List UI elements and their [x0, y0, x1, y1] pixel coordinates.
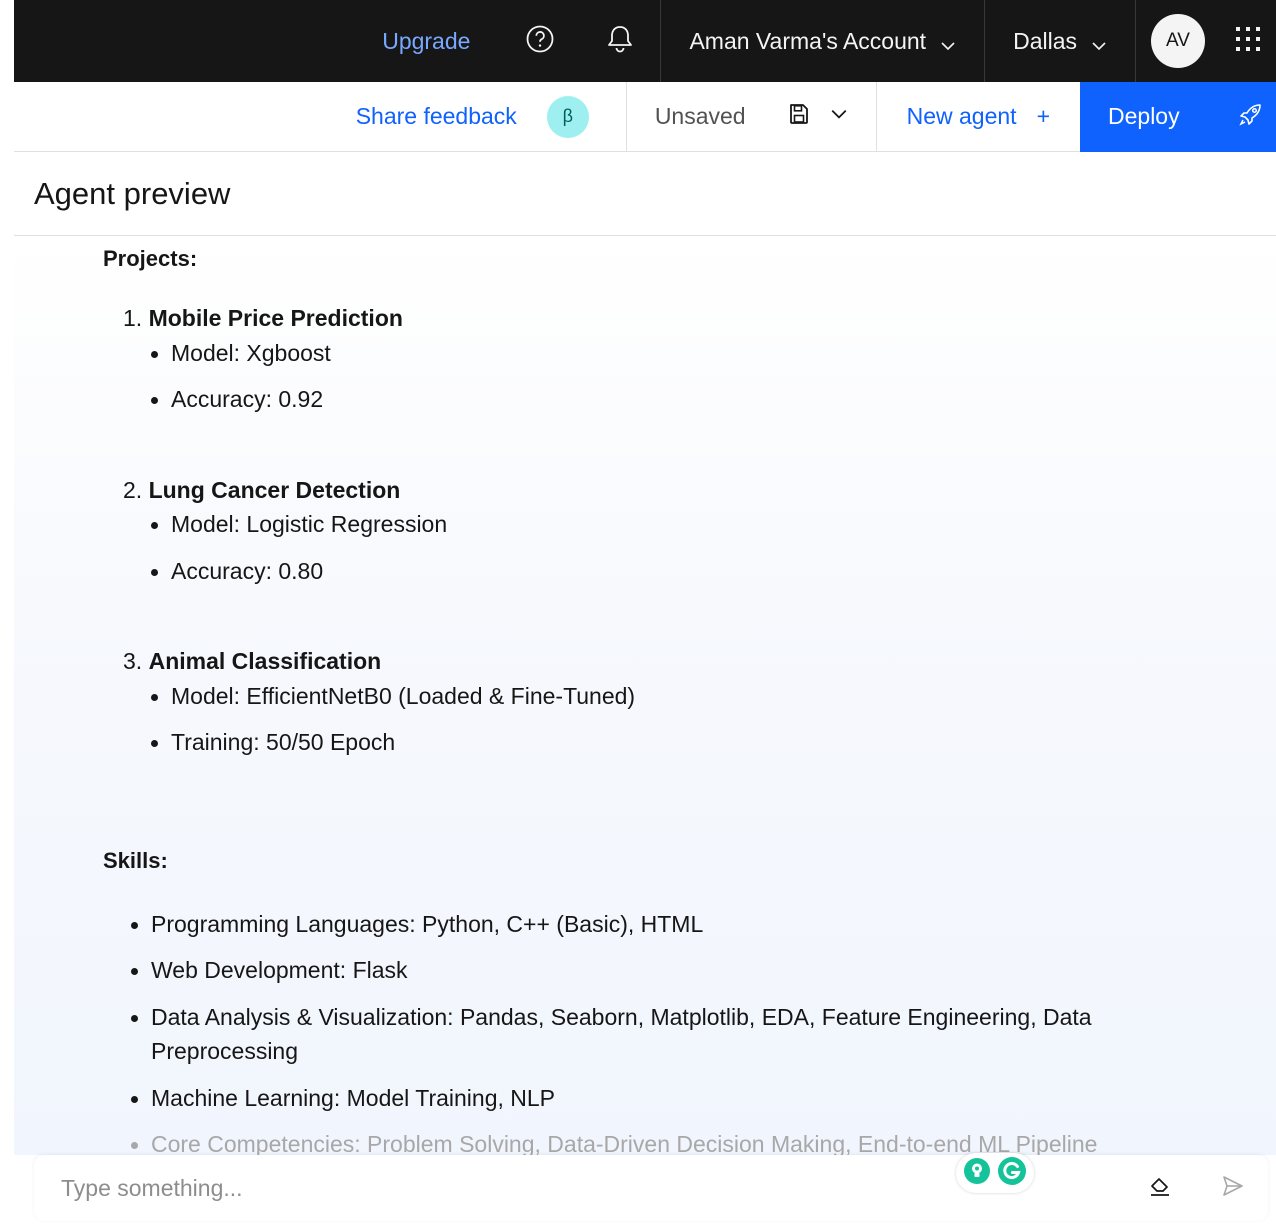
skill-item: Web Development: Flask	[131, 953, 1213, 988]
app-switcher-icon	[1234, 25, 1262, 58]
skill-item: Programming Languages: Python, C++ (Basi…	[131, 907, 1213, 942]
list-item: 3. Animal Classification Model: Efficien…	[103, 644, 1213, 760]
deploy-label: Deploy	[1108, 103, 1180, 129]
project-title: Mobile Price Prediction	[148, 305, 403, 331]
rocket-icon	[1238, 101, 1264, 133]
project-detail: Training: 50/50 Epoch	[151, 725, 1213, 760]
clear-chat-button[interactable]	[1122, 1174, 1198, 1203]
notification-icon	[606, 24, 634, 59]
save-status-label: Unsaved	[654, 103, 746, 129]
agent-toolbar: Share feedback β Unsaved New agent + Dep…	[14, 81, 1276, 152]
new-agent-label: New agent	[906, 103, 1017, 129]
share-feedback-link[interactable]: Share feedback	[356, 103, 517, 130]
region-switcher[interactable]: Dallas	[985, 0, 1135, 82]
projects-heading: Projects:	[103, 246, 198, 271]
project-title: Lung Cancer Detection	[148, 476, 401, 503]
project-number: 2.	[123, 476, 143, 503]
project-detail: Model: Xgboost	[151, 336, 1213, 371]
chat-transcript[interactable]: Projects: 1. Mobile Price Prediction Mod…	[14, 236, 1276, 1155]
region-label: Dallas	[1013, 27, 1077, 54]
help-icon	[525, 24, 555, 59]
help-button[interactable]	[500, 0, 580, 82]
eraser-icon	[1148, 1174, 1172, 1203]
save-button[interactable]	[788, 103, 810, 130]
list-item: 2. Lung Cancer Detection Model: Logistic…	[103, 473, 1213, 589]
send-icon	[1221, 1174, 1245, 1203]
account-switcher[interactable]: Aman Varma's Account	[661, 0, 984, 82]
chevron-down-icon	[830, 109, 848, 127]
lightbulb-icon	[963, 1157, 991, 1190]
top-header-bar: Upgrade Aman Varma's Account Dallas AV	[14, 0, 1276, 82]
beta-badge: β	[546, 95, 589, 138]
agent-message: Projects: 1. Mobile Price Prediction Mod…	[103, 242, 1213, 1155]
skill-item: Core Competencies: Problem Solving, Data…	[131, 1127, 1213, 1155]
project-detail: Model: Logistic Regression	[151, 507, 1213, 542]
chevron-down-icon	[1091, 33, 1107, 51]
chat-input-bar	[34, 1153, 1268, 1221]
skills-heading: Skills:	[103, 847, 168, 873]
list-item: 1. Mobile Price Prediction Model: Xgboos…	[103, 301, 1213, 417]
save-controls: Unsaved	[627, 82, 876, 152]
project-number: 3.	[123, 648, 143, 674]
skill-item: Machine Learning: Model Training, NLP	[131, 1081, 1213, 1116]
new-agent-button[interactable]: New agent +	[877, 82, 1080, 152]
grammarly-icon	[997, 1156, 1027, 1191]
save-options-dropdown[interactable]	[830, 105, 848, 128]
chevron-down-icon	[940, 33, 956, 51]
project-detail: Model: EfficientNetB0 (Loaded & Fine-Tun…	[151, 679, 1213, 714]
account-label: Aman Varma's Account	[689, 27, 927, 54]
writing-assistant-widget[interactable]	[956, 1153, 1034, 1193]
notifications-button[interactable]	[580, 0, 660, 82]
save-icon	[788, 104, 810, 129]
app-switcher-button[interactable]	[1220, 0, 1276, 82]
page-title: Agent preview	[34, 176, 231, 211]
avatar: AV	[1151, 14, 1205, 68]
user-avatar-button[interactable]: AV	[1136, 0, 1220, 82]
send-button[interactable]	[1198, 1174, 1268, 1203]
project-detail: Accuracy: 0.92	[151, 382, 1213, 417]
plus-icon: +	[1036, 103, 1050, 129]
project-number: 1.	[123, 305, 143, 331]
project-title: Animal Classification	[148, 648, 382, 674]
upgrade-link[interactable]: Upgrade	[382, 28, 500, 55]
preview-header: Agent preview	[14, 152, 1276, 236]
skill-item: Data Analysis & Visualization: Pandas, S…	[131, 1000, 1213, 1069]
project-detail: Accuracy: 0.80	[151, 554, 1213, 589]
deploy-button[interactable]: Deploy	[1080, 81, 1276, 152]
